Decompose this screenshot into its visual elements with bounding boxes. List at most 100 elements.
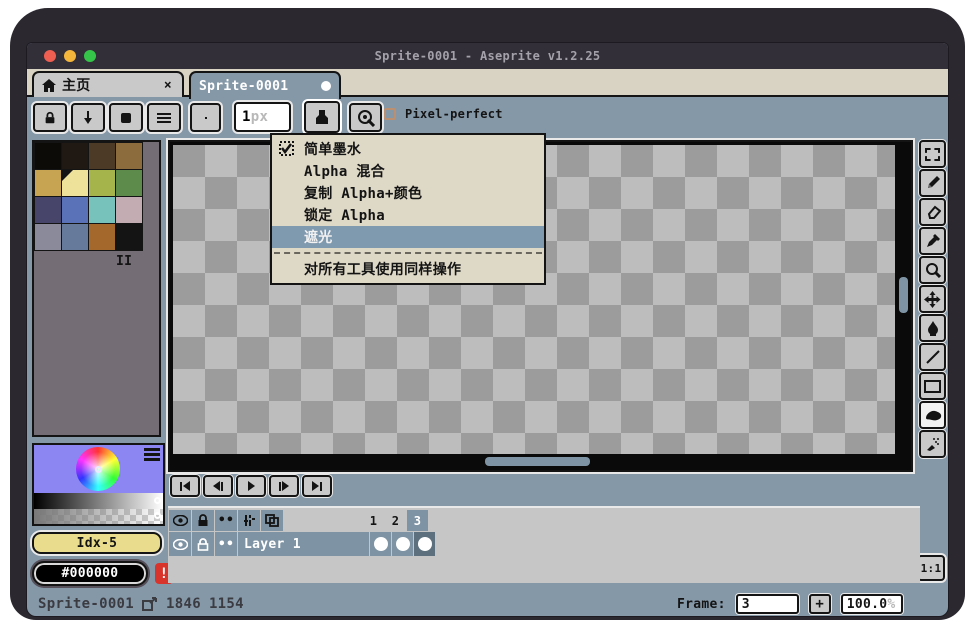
value-gradient-slider[interactable] bbox=[34, 493, 163, 509]
brush-preview-button[interactable] bbox=[190, 103, 221, 132]
color-wheel-icon[interactable] bbox=[76, 447, 120, 491]
toggle-all-lock-button[interactable] bbox=[192, 510, 214, 531]
onion-skin-button[interactable] bbox=[261, 510, 283, 531]
tool-eraser[interactable] bbox=[919, 198, 946, 226]
palette-swatch[interactable] bbox=[35, 197, 61, 223]
frame-header-row: 1 2 3 bbox=[363, 510, 429, 531]
hamburger-icon bbox=[157, 112, 171, 124]
tool-rectangular-marquee[interactable] bbox=[919, 140, 946, 168]
palette-swatch[interactable] bbox=[62, 143, 88, 169]
palette-resize-handle[interactable]: II bbox=[116, 254, 132, 269]
palette-swatch[interactable] bbox=[62, 224, 88, 250]
tool-contour[interactable] bbox=[919, 401, 946, 429]
square-icon bbox=[120, 112, 132, 124]
palette-swatch[interactable] bbox=[89, 170, 115, 196]
palette-swatch[interactable] bbox=[35, 143, 61, 169]
tool-eyedropper[interactable] bbox=[919, 227, 946, 255]
palette-swatch[interactable] bbox=[35, 170, 61, 196]
cel-frame-2[interactable] bbox=[392, 532, 413, 556]
dynamics-icon bbox=[357, 109, 375, 127]
options-hamburger-icon[interactable] bbox=[144, 448, 160, 461]
last-frame-button[interactable] bbox=[302, 475, 332, 497]
color-selector-panel bbox=[32, 443, 165, 526]
zoom-value: 100.0 bbox=[847, 597, 888, 612]
palette-swatch[interactable] bbox=[35, 224, 61, 250]
menu-item-label: 简单墨水 bbox=[304, 139, 361, 159]
move-icon bbox=[924, 291, 941, 308]
aseprite-window: Sprite-0001 - Aseprite v1.2.25 主页 × Spri… bbox=[27, 43, 948, 616]
tool-zoom[interactable] bbox=[919, 256, 946, 284]
layer-lock-button[interactable] bbox=[192, 532, 214, 556]
tool-spray[interactable] bbox=[919, 430, 946, 458]
layer-name[interactable]: Layer 1 bbox=[238, 532, 369, 556]
menu-item-shading[interactable]: 遮光 bbox=[272, 226, 544, 248]
frame-number-input[interactable]: 3 bbox=[736, 594, 799, 614]
pixel-perfect-checkbox[interactable] bbox=[384, 108, 396, 120]
tool-pencil[interactable] bbox=[919, 169, 946, 197]
status-height: 1154 bbox=[209, 596, 244, 612]
tab-close-icon[interactable]: × bbox=[162, 78, 174, 93]
frame-header-1[interactable]: 1 bbox=[363, 510, 384, 531]
palette-swatch[interactable] bbox=[116, 197, 142, 223]
timeline-options-button[interactable] bbox=[238, 510, 260, 531]
layer-continuous-button[interactable]: •• bbox=[215, 532, 237, 556]
lock-option-button[interactable] bbox=[33, 103, 67, 132]
horizontal-scrollbar[interactable] bbox=[485, 457, 590, 466]
palette-index-button[interactable]: Idx-5 bbox=[32, 532, 162, 554]
status-sprite-name: Sprite-0001 bbox=[38, 596, 134, 612]
add-frame-button[interactable]: + bbox=[809, 594, 831, 614]
palette-swatch[interactable] bbox=[89, 224, 115, 250]
tab-sprite[interactable]: Sprite-0001 bbox=[189, 71, 341, 99]
alpha-knob[interactable] bbox=[154, 512, 161, 519]
layer-visibility-button[interactable] bbox=[169, 532, 191, 556]
palette-swatch[interactable] bbox=[62, 197, 88, 223]
palette-swatch[interactable] bbox=[116, 143, 142, 169]
alpha-gradient-slider[interactable] bbox=[34, 509, 163, 524]
foreground-marker-icon bbox=[62, 170, 73, 181]
menu-item-lock-alpha[interactable]: 锁定 Alpha bbox=[272, 204, 544, 226]
tool-move[interactable] bbox=[919, 285, 946, 313]
frame-header-3-selected[interactable]: 3 bbox=[407, 510, 428, 531]
menu-item-copy-alpha-color[interactable]: 复制 Alpha+颜色 bbox=[272, 182, 544, 204]
menu-item-same-in-all-tools[interactable]: 对所有工具使用同样操作 bbox=[272, 258, 544, 280]
hex-color-value[interactable]: #000000 bbox=[32, 561, 148, 586]
brush-size-input[interactable]: 1px bbox=[234, 102, 291, 132]
next-frame-button[interactable] bbox=[269, 475, 299, 497]
palette-swatch[interactable] bbox=[89, 197, 115, 223]
lock-icon bbox=[197, 538, 209, 551]
menu-item-alpha-compositing[interactable]: Alpha 混合 bbox=[272, 160, 544, 182]
contour-icon bbox=[924, 409, 942, 421]
palette-swatch[interactable] bbox=[89, 143, 115, 169]
ink-type-button[interactable] bbox=[304, 101, 340, 133]
wheel-center-ring bbox=[95, 466, 102, 473]
tool-rectangle[interactable] bbox=[919, 372, 946, 400]
tab-home[interactable]: 主页 × bbox=[32, 71, 184, 97]
tool-paint-bucket[interactable] bbox=[919, 314, 946, 342]
menu-option-button[interactable] bbox=[147, 103, 181, 132]
shape-option-button[interactable] bbox=[109, 103, 143, 132]
zoom-input[interactable]: 100.0% bbox=[841, 594, 903, 614]
menu-item-simple-ink[interactable]: 简单墨水 bbox=[272, 138, 544, 160]
frame-header-2[interactable]: 2 bbox=[385, 510, 406, 531]
palette-swatch[interactable] bbox=[116, 170, 142, 196]
palette-swatch-selected[interactable] bbox=[62, 170, 88, 196]
cel-frame-1[interactable] bbox=[370, 532, 391, 556]
eye-icon bbox=[173, 515, 188, 526]
play-button[interactable] bbox=[236, 475, 266, 497]
dynamics-button[interactable] bbox=[349, 103, 382, 132]
drop-pixels-button[interactable] bbox=[71, 103, 105, 132]
prev-frame-button[interactable] bbox=[203, 475, 233, 497]
vertical-scrollbar[interactable] bbox=[899, 277, 908, 313]
toggle-all-visibility-button[interactable] bbox=[169, 510, 191, 531]
menu-separator bbox=[274, 252, 542, 254]
value-knob[interactable] bbox=[154, 497, 161, 504]
cel-frame-3-selected[interactable] bbox=[414, 532, 435, 556]
status-frame-controls: Frame: 3 + 100.0% bbox=[677, 594, 903, 614]
first-frame-button[interactable] bbox=[170, 475, 200, 497]
ink-dropdown-menu: 简单墨水 Alpha 混合 复制 Alpha+颜色 锁定 Alpha 遮光 对所… bbox=[270, 133, 546, 285]
zoom-ratio-button[interactable]: 1:1 bbox=[917, 555, 945, 581]
continuous-cels-button[interactable]: •• bbox=[215, 510, 237, 531]
brush-size-value: 1 bbox=[242, 109, 251, 125]
tool-line[interactable] bbox=[919, 343, 946, 371]
zoom-unit: % bbox=[887, 597, 895, 612]
